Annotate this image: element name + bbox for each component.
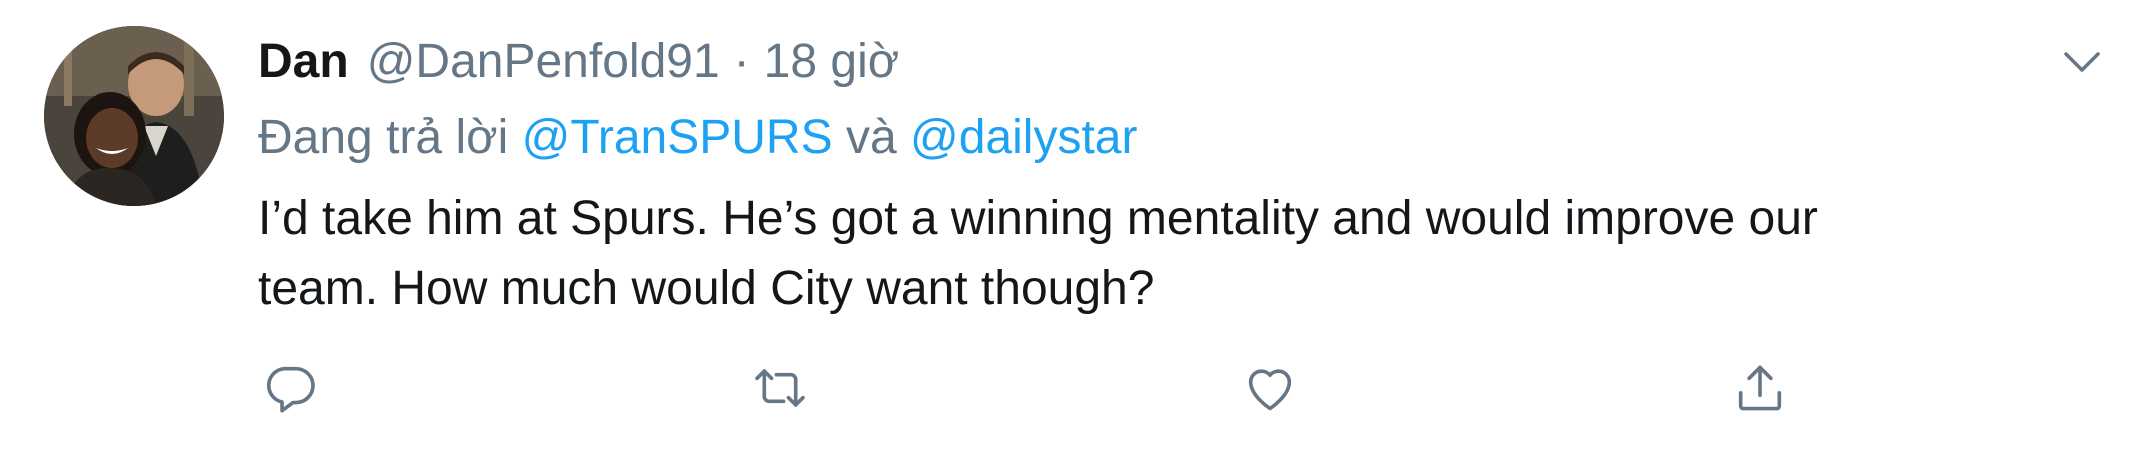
- reply-prefix: Đang trả lời: [258, 111, 509, 164]
- chevron-down-icon[interactable]: [2058, 38, 2106, 86]
- tweet-text-line: I’d take him at Spurs. He’s got a winnin…: [258, 192, 1818, 245]
- display-name[interactable]: Dan: [258, 32, 349, 92]
- tweet-text-line: team. How much would City want though?: [258, 262, 1155, 315]
- heart-icon: [1248, 369, 1292, 411]
- reply-icon: [266, 366, 315, 413]
- tweet[interactable]: Dan @DanPenfold91 · 18 giờ Đang trả lời …: [0, 0, 2131, 450]
- retweet-button[interactable]: [748, 356, 812, 420]
- share-icon: [1738, 365, 1782, 411]
- avatar[interactable]: [44, 26, 224, 206]
- mention-link[interactable]: @TranSPURS: [522, 111, 833, 164]
- avatar-photo: [44, 26, 224, 206]
- share-button[interactable]: [1728, 356, 1792, 420]
- like-button[interactable]: [1238, 356, 1302, 420]
- mention-link[interactable]: @dailystar: [910, 111, 1137, 164]
- separator-dot: ·: [733, 35, 750, 88]
- reply-conjunction: và: [845, 111, 897, 164]
- user-handle[interactable]: @DanPenfold91: [367, 32, 720, 92]
- action-bar: [0, 356, 2131, 420]
- tweet-header: Dan @DanPenfold91 · 18 giờ: [258, 32, 899, 92]
- tweet-text: I’d take him at Spurs. He’s got a winnin…: [258, 184, 2078, 324]
- timestamp[interactable]: 18 giờ: [764, 32, 900, 92]
- reply-button[interactable]: [258, 356, 322, 420]
- replying-to: Đang trả lời @TranSPURS và @dailystar: [258, 108, 1137, 168]
- retweet-icon: [755, 369, 805, 407]
